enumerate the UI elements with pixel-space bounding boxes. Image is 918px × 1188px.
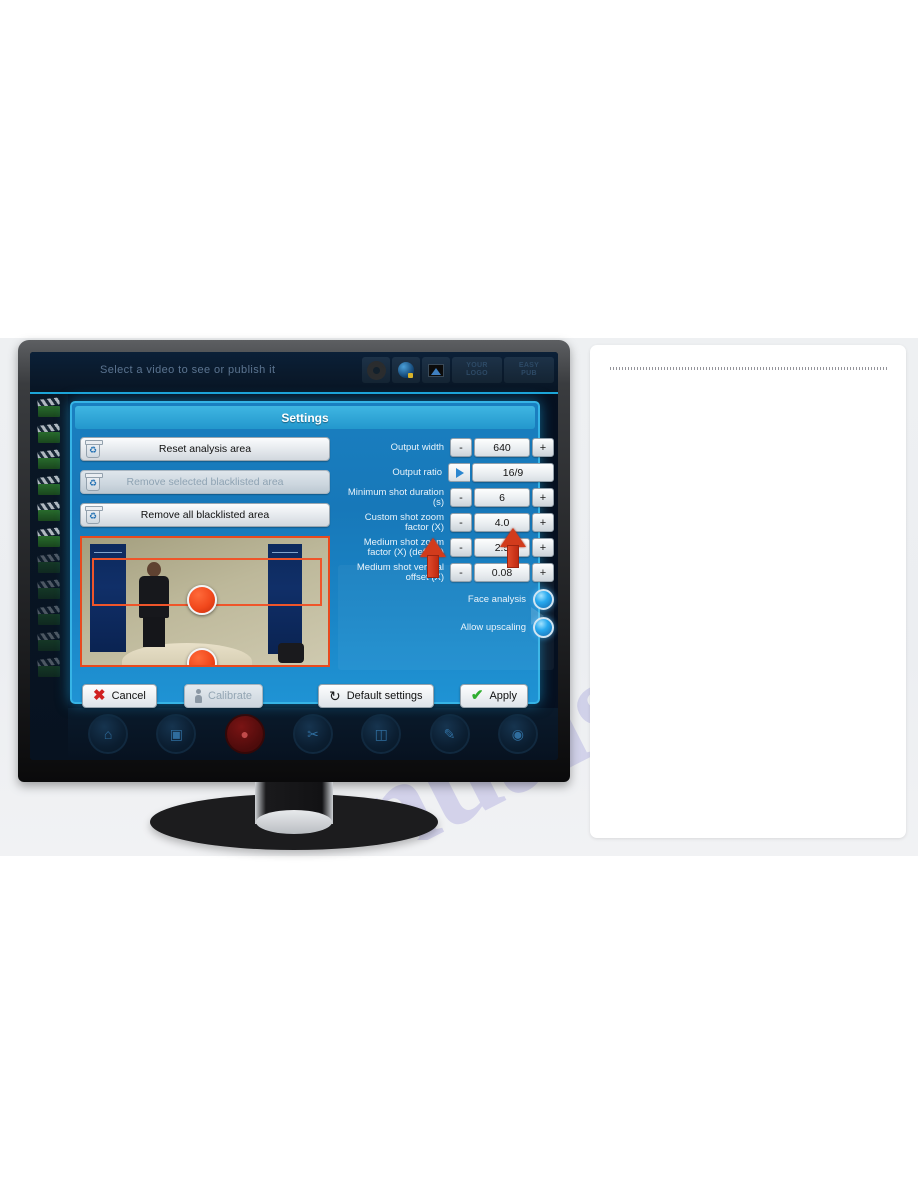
- video-thumb-item[interactable]: [37, 397, 60, 417]
- increment-button[interactable]: +: [532, 538, 554, 557]
- decrement-button[interactable]: -: [450, 488, 472, 507]
- app-header: Select a video to see or publish it YOUR…: [30, 352, 558, 394]
- value-display[interactable]: 6: [474, 488, 530, 507]
- annotation-arrow-increment: [500, 528, 526, 568]
- video-thumb-item[interactable]: [37, 475, 60, 495]
- button-label: Calibrate: [208, 690, 253, 702]
- edit-button[interactable]: ✎: [429, 714, 470, 754]
- globe-button[interactable]: [392, 357, 420, 383]
- trash-icon: [85, 506, 103, 524]
- picture-button[interactable]: [422, 357, 450, 383]
- video-thumb-item[interactable]: [37, 631, 60, 651]
- video-thumb-item[interactable]: [37, 579, 60, 599]
- x-icon: ✖: [93, 687, 106, 704]
- button-label: Cancel: [111, 690, 146, 702]
- reload-icon: ↻: [329, 688, 341, 704]
- record-button[interactable]: ●: [224, 714, 265, 754]
- home-button[interactable]: ⌂: [88, 714, 129, 754]
- remove-selected-blacklisted-area-button[interactable]: Remove selected blacklisted area: [80, 470, 330, 494]
- stepper: - 640 +: [450, 438, 554, 457]
- annotation-arrow-decrement: [420, 538, 446, 578]
- field-output-ratio: Output ratio 16/9: [338, 462, 554, 483]
- mode-button-easypub[interactable]: EASY PUB: [504, 357, 554, 383]
- button-label: Remove selected blacklisted area: [126, 476, 284, 488]
- trash-icon: [85, 473, 103, 491]
- video-thumb-item[interactable]: [37, 449, 60, 469]
- monitor-bezel: Select a video to see or publish it YOUR…: [18, 340, 570, 782]
- dialog-body: Reset analysis area Remove selected blac…: [72, 429, 554, 670]
- video-thumb-item[interactable]: [37, 657, 60, 677]
- page-root: manualslib.com Select a video to see or …: [0, 0, 918, 1188]
- decrement-button[interactable]: -: [450, 438, 472, 457]
- button-label: Remove all blacklisted area: [140, 509, 270, 521]
- field-label: Custom shot zoom factor (X): [364, 511, 444, 533]
- dotted-separator: [610, 367, 888, 370]
- ghost-play-icon: [531, 607, 544, 625]
- value-display[interactable]: 16/9: [472, 463, 554, 482]
- reset-analysis-area-button[interactable]: Reset analysis area: [80, 437, 330, 461]
- video-thumb-item[interactable]: [37, 501, 60, 521]
- picture-icon: [428, 363, 444, 377]
- video-preview[interactable]: [80, 536, 330, 667]
- cancel-button[interactable]: ✖ Cancel: [82, 684, 157, 708]
- right-side-panel: [590, 345, 906, 838]
- video-list-sidebar[interactable]: [30, 394, 68, 760]
- field-label: Minimum shot duration (s): [347, 486, 444, 508]
- video-thumb-item[interactable]: [37, 605, 60, 625]
- decrement-button[interactable]: -: [450, 513, 472, 532]
- stepper: - 6 +: [450, 488, 554, 507]
- cut-button[interactable]: ✂: [292, 714, 333, 754]
- dialog-left-column: Reset analysis area Remove selected blac…: [80, 437, 330, 669]
- trash-icon: [85, 440, 103, 458]
- field-minimum-shot-duration: Minimum shot duration (s) - 6 +: [338, 487, 554, 508]
- import-button[interactable]: ▣: [156, 714, 197, 754]
- gear-icon: [368, 362, 384, 378]
- dialog-title: Settings: [75, 406, 535, 429]
- increment-button[interactable]: +: [532, 438, 554, 457]
- app-toolbar: YOUR LOGO EASY PUB: [362, 357, 554, 383]
- video-thumb-item[interactable]: [37, 527, 60, 547]
- app-header-title: Select a video to see or publish it: [100, 364, 276, 376]
- calibrate-button[interactable]: Calibrate: [184, 684, 264, 708]
- remove-all-blacklisted-area-button[interactable]: Remove all blacklisted area: [80, 503, 330, 527]
- panel-shade: [338, 565, 554, 670]
- button-label: Apply: [489, 690, 517, 702]
- stepper: 16/9: [448, 463, 554, 482]
- app-bottom-toolbar: ⌂ ▣ ● ✂ ◫ ✎ ◉: [68, 708, 558, 760]
- button-label: Reset analysis area: [158, 443, 252, 455]
- play-arrow-icon[interactable]: [448, 463, 470, 482]
- video-thumb-item[interactable]: [37, 553, 60, 573]
- mode-button-logo[interactable]: YOUR LOGO: [452, 357, 502, 383]
- more-button[interactable]: ◉: [497, 714, 538, 754]
- person-icon: [195, 689, 202, 703]
- field-label: Output ratio: [392, 466, 442, 478]
- monitor-stand-hub: [256, 810, 332, 834]
- button-label: Default settings: [346, 690, 423, 702]
- increment-button[interactable]: +: [532, 513, 554, 532]
- preview-marker-handle[interactable]: [187, 585, 217, 615]
- decrement-button[interactable]: -: [450, 538, 472, 557]
- default-settings-button[interactable]: ↻ Default settings: [318, 684, 434, 708]
- preview-chair: [278, 643, 304, 663]
- video-thumb-item[interactable]: [37, 423, 60, 443]
- globe-icon: [398, 362, 414, 378]
- field-output-width: Output width - 640 +: [338, 437, 554, 458]
- check-icon: ✔: [470, 687, 484, 704]
- value-display[interactable]: 640: [474, 438, 530, 457]
- field-label: Output width: [390, 441, 444, 453]
- settings-dialog: Settings Reset analysis area Remove sele…: [70, 401, 554, 708]
- increment-button[interactable]: +: [532, 488, 554, 507]
- settings-gear-button[interactable]: [362, 357, 390, 383]
- export-button[interactable]: ◫: [361, 714, 402, 754]
- apply-button[interactable]: ✔ Apply: [459, 684, 528, 708]
- monitor-screen: Select a video to see or publish it YOUR…: [30, 352, 558, 760]
